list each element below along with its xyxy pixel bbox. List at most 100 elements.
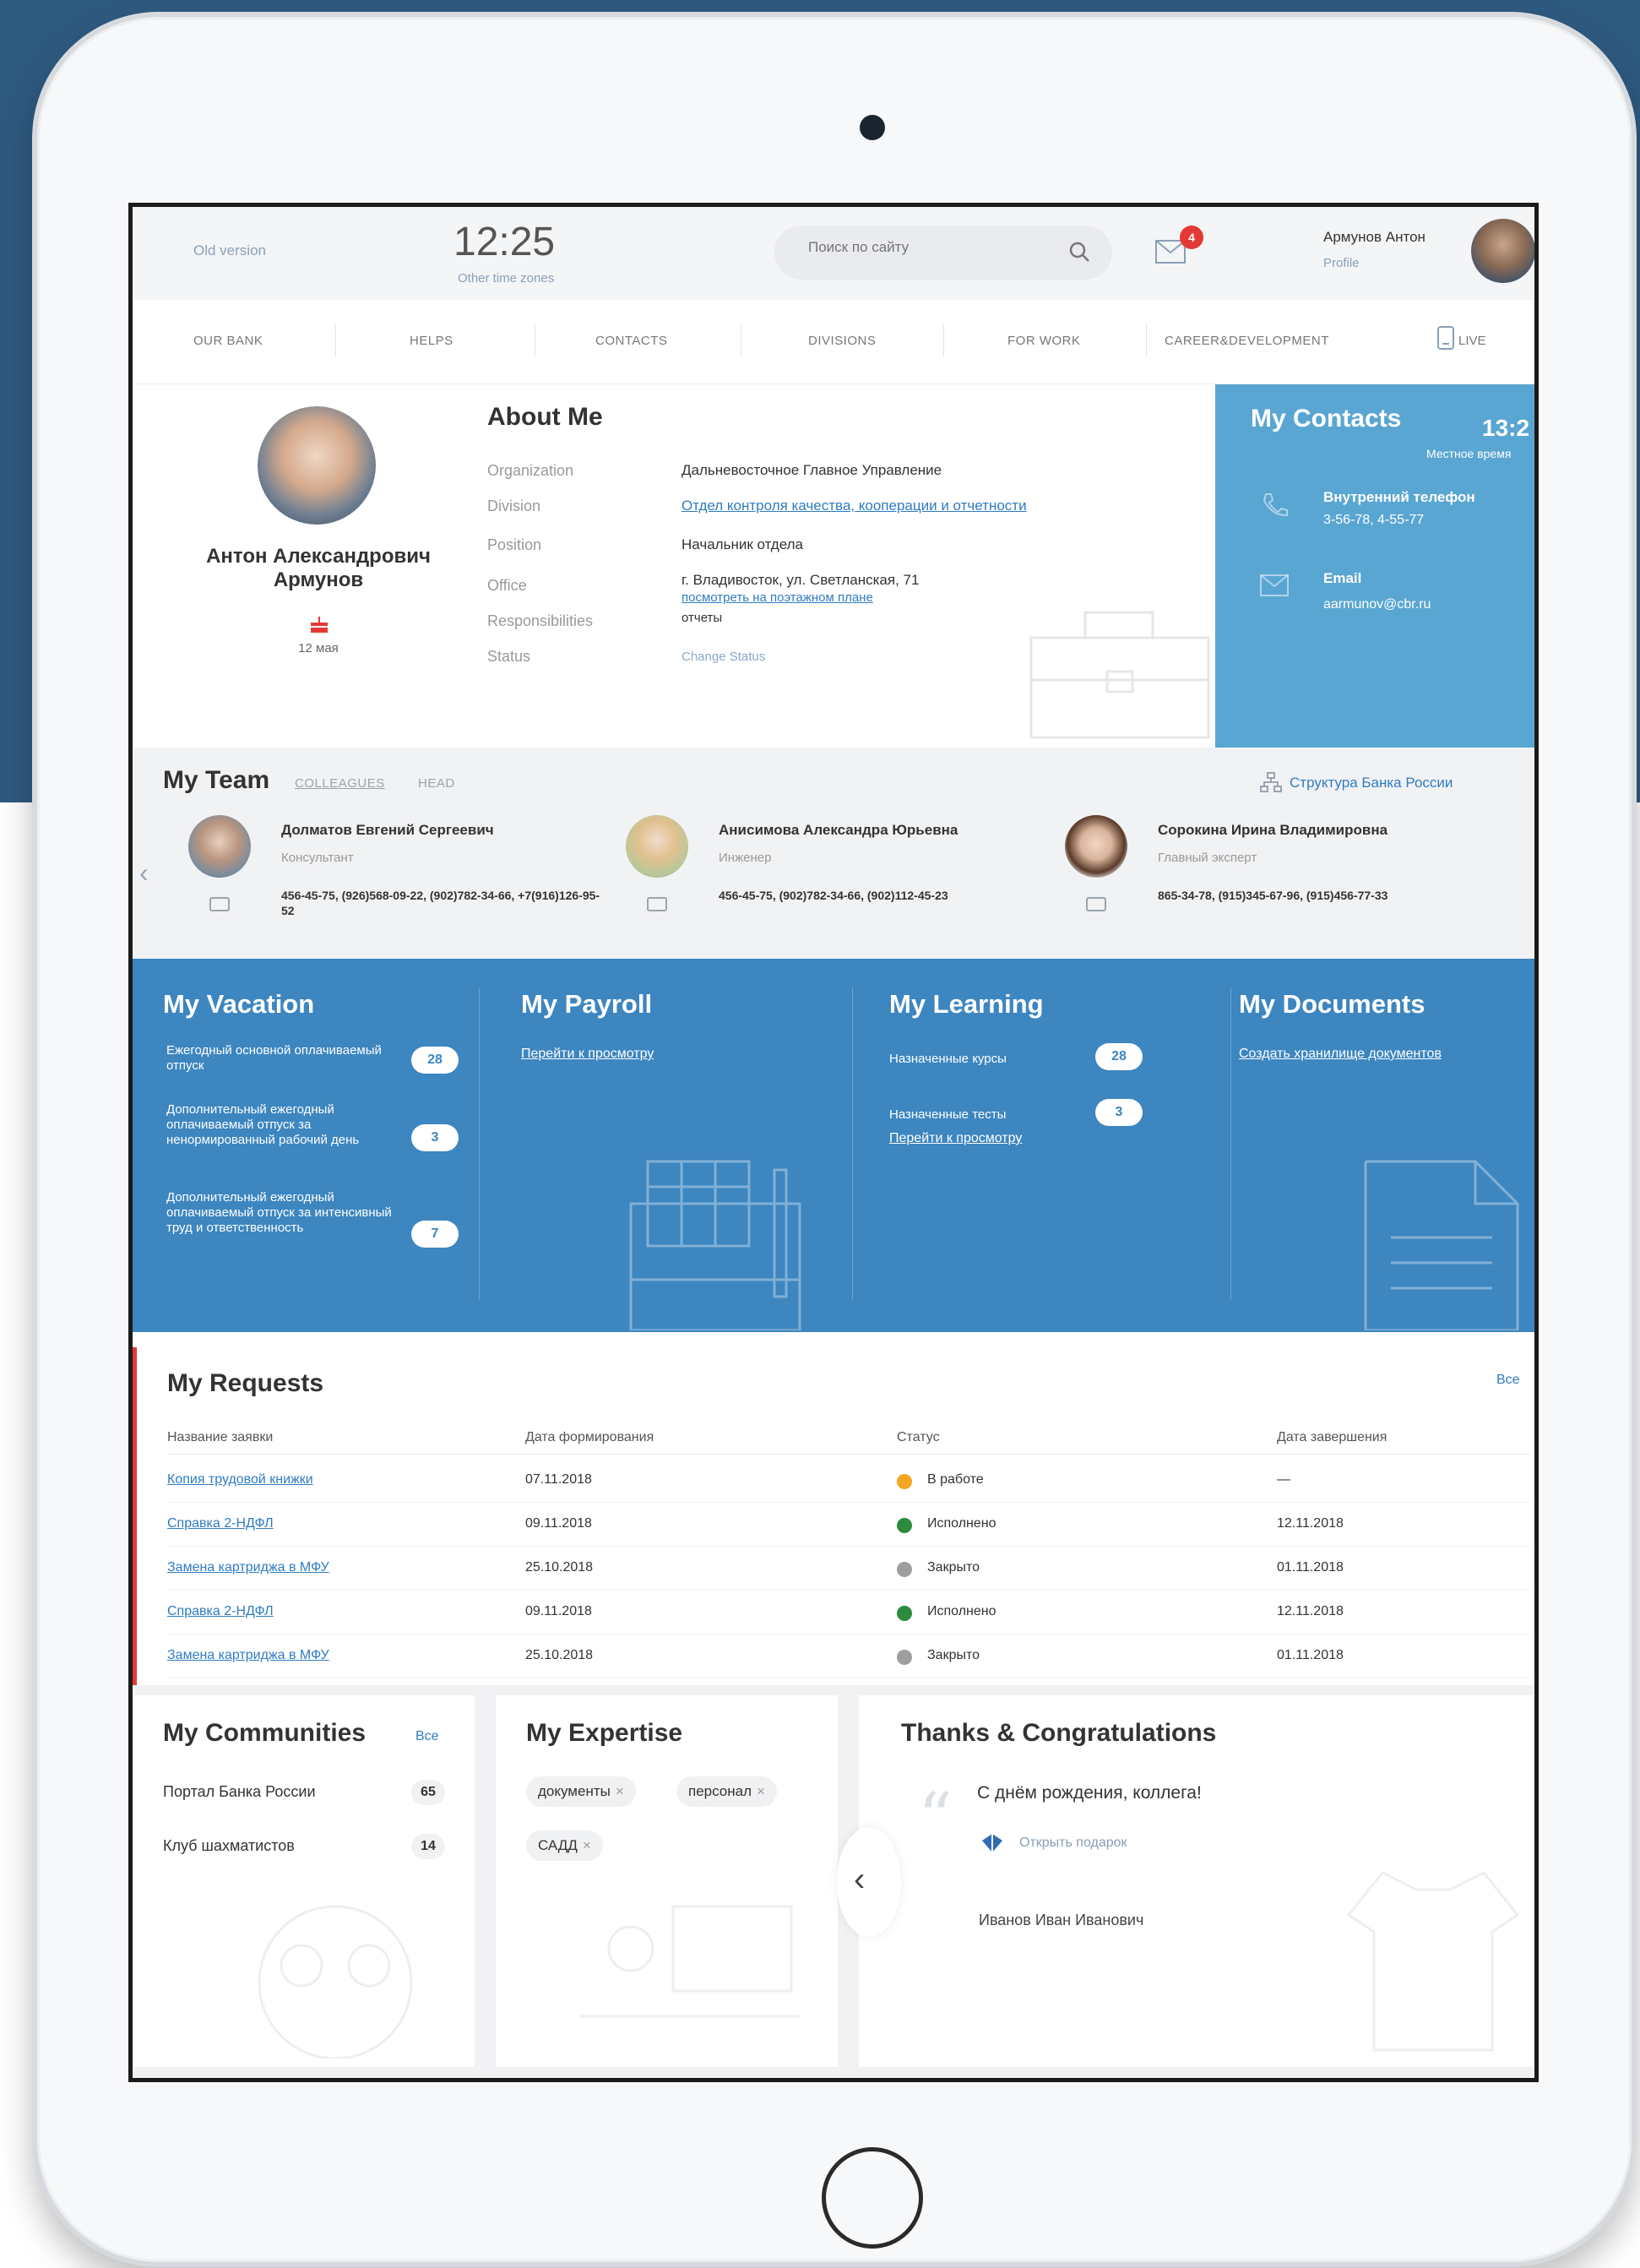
carousel-prev-button[interactable]: ‹ (837, 1827, 901, 1937)
phone-icon (1263, 493, 1288, 517)
my-payroll-card: My Payroll Перейти к просмотру (487, 959, 859, 1332)
status-dot (897, 1518, 912, 1533)
table-row[interactable]: Справка 2-НДФЛ 09.11.2018 Исполнено 12.1… (167, 1591, 1530, 1634)
member-phones: 456-45-75, (926)568-09-22, (902)782-34-6… (281, 889, 600, 917)
bottom-widgets: My Communities Все Портал Банка России 6… (133, 1685, 1534, 2078)
nav-item-career-development[interactable]: CAREER&DEVELOPMENT (1165, 334, 1329, 348)
division-link[interactable]: Отдел контроля качества, кооперации и от… (682, 498, 1027, 514)
payroll-view-link[interactable]: Перейти к просмотру (521, 1047, 654, 1062)
request-created-date: 07.11.2018 (525, 1472, 592, 1487)
member-name: Сорокина Ирина Владимировна (1158, 822, 1388, 838)
member-avatar (188, 815, 251, 878)
team-member-card[interactable]: Анисимова Александра Юрьевна Инженер 456… (626, 815, 1065, 942)
chevron-left-icon[interactable]: ‹ (139, 857, 149, 889)
nav-divider (943, 324, 944, 357)
tests-label: Назначенные тесты (889, 1107, 1007, 1122)
expertise-tag[interactable]: САДД × (526, 1830, 603, 1861)
nav-item-for-work[interactable]: FOR WORK (1007, 334, 1081, 348)
about-me-title: About Me (487, 403, 603, 431)
expertise-illustration (580, 1905, 800, 2018)
request-status: Закрыто (927, 1560, 980, 1575)
thanks-congratulations-title: Thanks & Congratulations (901, 1719, 1217, 1747)
other-time-zones-link[interactable]: Other time zones (458, 271, 554, 286)
user-name[interactable]: Армунов Антон (1323, 229, 1425, 246)
top-bar: Old version 12:25 Other time zones 4 Арм… (133, 207, 1534, 300)
nav-item-helps[interactable]: HELPS (410, 334, 453, 348)
change-status-link[interactable]: Change Status (682, 650, 765, 664)
community-name[interactable]: Портал Банка России (163, 1783, 316, 1801)
expertise-tag[interactable]: документы × (526, 1776, 636, 1807)
birthday-date: 12 мая (298, 641, 339, 655)
request-created-date: 09.11.2018 (525, 1516, 592, 1531)
home-button[interactable] (822, 2147, 923, 2249)
vacation-item-label: Дополнительный ежегодный оплачиваемый от… (166, 1102, 360, 1147)
table-row[interactable]: Замена картриджа в МФУ 25.10.2018 Закрыт… (167, 1547, 1530, 1591)
all-communities-link[interactable]: Все (415, 1729, 439, 1744)
screen: Old version 12:25 Other time zones 4 Арм… (128, 203, 1539, 2082)
remove-tag-icon[interactable]: × (757, 1783, 765, 1799)
my-payroll-title: My Payroll (521, 989, 653, 1019)
learning-view-link[interactable]: Перейти к просмотру (889, 1131, 1022, 1146)
expertise-tag[interactable]: персонал × (676, 1776, 777, 1807)
column-header: Дата завершения (1277, 1430, 1387, 1444)
email-icon (1260, 574, 1289, 596)
bank-structure-link[interactable]: Структура Банка России (1290, 775, 1453, 791)
team-member-card[interactable]: Долматов Евгений Сергеевич Консультант 4… (188, 815, 627, 942)
my-learning-title: My Learning (889, 989, 1044, 1019)
nav-divider (1146, 324, 1147, 357)
member-role: Главный эксперт (1158, 851, 1257, 865)
floor-plan-link[interactable]: посмотреть на поэтажном плане (682, 590, 873, 605)
tab-colleagues[interactable]: COLLEAGUES (295, 776, 385, 791)
user-avatar[interactable] (1471, 219, 1534, 283)
live-icon[interactable] (1435, 325, 1458, 352)
table-row[interactable]: Справка 2-НДФЛ 09.11.2018 Исполнено 12.1… (167, 1503, 1530, 1547)
nav-item-our-bank[interactable]: OUR BANK (193, 334, 263, 348)
message-icon[interactable] (209, 896, 231, 915)
create-document-storage-link[interactable]: Создать хранилище документов (1239, 1047, 1442, 1062)
request-finished-date: 01.11.2018 (1277, 1560, 1344, 1575)
request-name-link[interactable]: Справка 2-НДФЛ (167, 1516, 274, 1531)
request-name-link[interactable]: Копия трудовой книжки (167, 1472, 313, 1488)
request-finished-date: 12.11.2018 (1277, 1604, 1344, 1618)
calculator-illustration (629, 1160, 801, 1330)
table-row[interactable]: Замена картриджа в МФУ 25.10.2018 Закрыт… (167, 1634, 1530, 1678)
search-box[interactable] (774, 226, 1112, 280)
old-version-link[interactable]: Old version (193, 242, 266, 259)
request-name-link[interactable]: Справка 2-НДФЛ (167, 1604, 274, 1619)
team-member-card[interactable]: Сорокина Ирина Владимировна Главный эксп… (1065, 815, 1504, 942)
remove-tag-icon[interactable]: × (583, 1837, 591, 1853)
label-organization: Organization (487, 462, 574, 479)
profile-link[interactable]: Profile (1323, 256, 1360, 270)
open-gift-link[interactable]: Открыть подарок (1019, 1836, 1127, 1851)
search-input[interactable] (808, 239, 1062, 256)
nav-item-contacts[interactable]: CONTACTS (595, 334, 667, 348)
request-name-link[interactable]: Замена картриджа в МФУ (167, 1648, 329, 1663)
vacation-days-badge: 7 (411, 1221, 459, 1248)
request-name-link[interactable]: Замена картриджа в МФУ (167, 1560, 329, 1575)
courses-label: Назначенные курсы (889, 1052, 1007, 1066)
main-nav: OUR BANK HELPS CONTACTS DIVISIONS FOR WO… (133, 300, 1534, 384)
my-learning-card: My Learning Назначенные курсы 28 Назначе… (859, 959, 1230, 1332)
table-row[interactable]: Копия трудовой книжки 07.11.2018 В работ… (167, 1459, 1530, 1503)
tag-label: документы (538, 1783, 611, 1799)
message-icon[interactable] (646, 896, 668, 915)
org-structure-icon (1260, 772, 1282, 792)
local-clock: 13:2 (1482, 415, 1530, 441)
clock: 12:25 (453, 220, 556, 264)
gift-icon[interactable] (979, 1830, 1006, 1856)
nav-item-divisions[interactable]: DIVISIONS (808, 334, 876, 348)
request-status: Исполнено (927, 1604, 996, 1618)
nav-item-live[interactable]: LIVE (1458, 334, 1486, 348)
tab-head[interactable]: HEAD (418, 776, 455, 791)
remove-tag-icon[interactable]: × (616, 1783, 624, 1799)
status-dot (897, 1562, 912, 1577)
nav-divider (335, 324, 336, 357)
email-label: Email (1323, 570, 1362, 586)
community-name[interactable]: Клуб шахматистов (163, 1837, 295, 1855)
email-value[interactable]: aarmunov@cbr.ru (1323, 597, 1431, 612)
request-created-date: 09.11.2018 (525, 1604, 592, 1618)
member-avatar (1065, 815, 1127, 878)
search-icon[interactable] (1067, 239, 1094, 266)
all-requests-link[interactable]: Все (1496, 1373, 1520, 1388)
message-icon[interactable] (1085, 896, 1107, 915)
